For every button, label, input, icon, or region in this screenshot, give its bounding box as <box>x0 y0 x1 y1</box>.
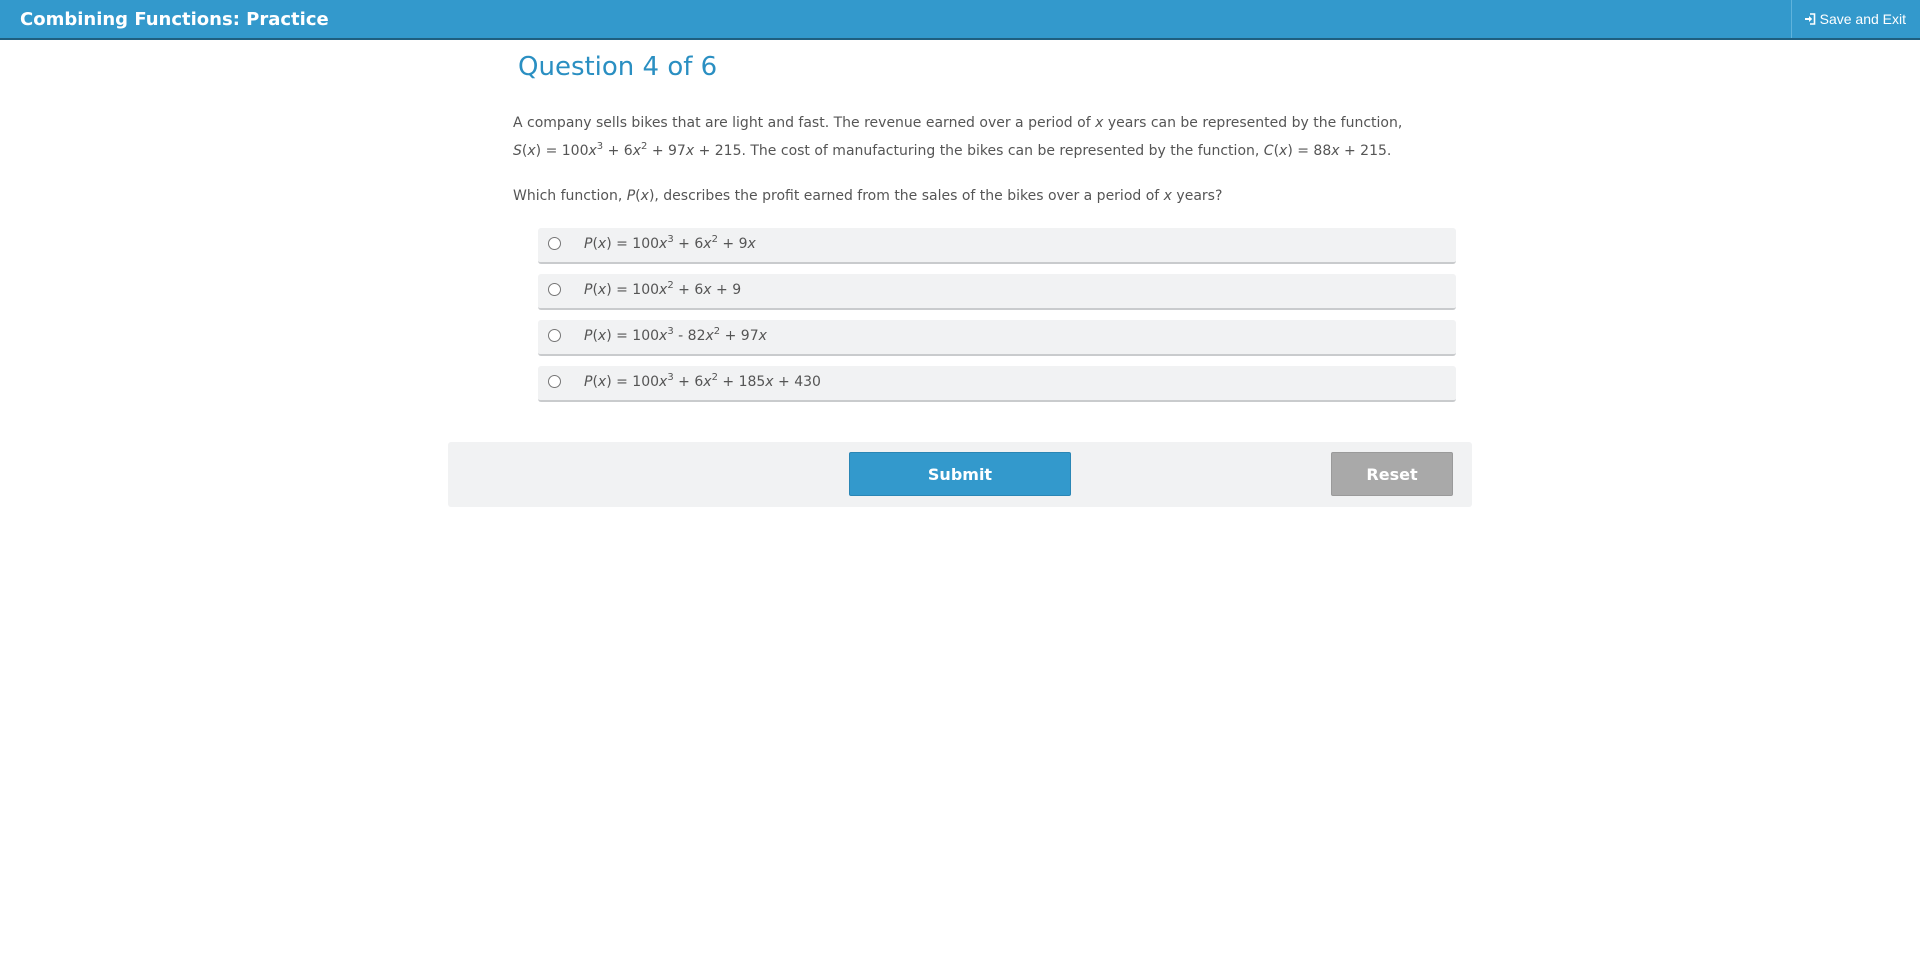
question-ask: Which function, P(x), describes the prof… <box>513 188 1223 204</box>
prompt-line-1: A company sells bikes that are light and… <box>513 115 1403 131</box>
reset-button[interactable]: Reset <box>1331 452 1453 496</box>
answer-choice-label: P(x) = 100x2 + 6x + 9 <box>584 280 742 299</box>
answer-choice-3[interactable]: P(x) = 100x3 - 82x2 + 97x <box>538 320 1456 356</box>
question-prompt: A company sells bikes that are light and… <box>513 109 1413 165</box>
prompt-line-2: S(x) = 100x3 + 6x2 + 97x + 215. The cost… <box>513 141 1392 160</box>
radio-button[interactable] <box>548 329 561 342</box>
question-heading: Question 4 of 6 <box>518 52 718 82</box>
answer-choice-label: P(x) = 100x3 + 6x2 + 185x + 430 <box>584 372 821 391</box>
radio-button[interactable] <box>548 237 561 250</box>
radio-button[interactable] <box>548 283 561 296</box>
top-bar: Combining Functions: Practice Save and E… <box>0 0 1920 40</box>
submit-button[interactable]: Submit <box>849 452 1071 496</box>
sign-in-icon <box>1804 13 1816 25</box>
answer-choice-label: P(x) = 100x3 + 6x2 + 9x <box>584 234 756 253</box>
save-and-exit-button[interactable]: Save and Exit <box>1790 0 1920 38</box>
answer-choice-1[interactable]: P(x) = 100x3 + 6x2 + 9x <box>538 228 1456 264</box>
answer-choice-2[interactable]: P(x) = 100x2 + 6x + 9 <box>538 274 1456 310</box>
radio-button[interactable] <box>548 375 561 388</box>
activity-title: Combining Functions: Practice <box>20 9 329 30</box>
answer-choice-4[interactable]: P(x) = 100x3 + 6x2 + 185x + 430 <box>538 366 1456 402</box>
answer-choice-label: P(x) = 100x3 - 82x2 + 97x <box>584 326 767 345</box>
save-and-exit-label: Save and Exit <box>1819 11 1906 27</box>
